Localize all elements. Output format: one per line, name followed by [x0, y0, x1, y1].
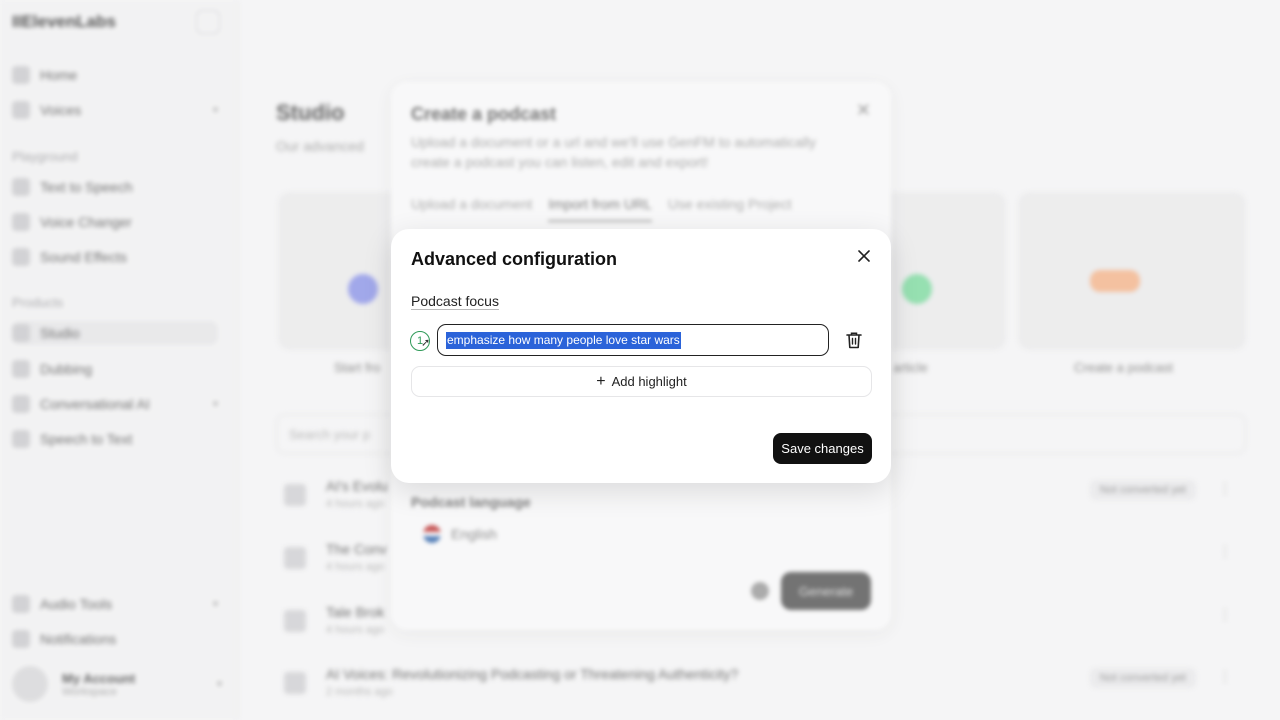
- advanced-configuration-dialog: Advanced configuration Podcast focus 1 ➚…: [391, 229, 891, 483]
- highlight-input[interactable]: emphasize how many people love star wars: [437, 324, 829, 356]
- dialog-title: Advanced configuration: [411, 249, 618, 269]
- plus-icon: +: [596, 372, 606, 390]
- add-highlight-label: Add highlight: [611, 374, 687, 389]
- add-highlight-button[interactable]: + Add highlight: [411, 366, 872, 397]
- mouse-cursor-icon: ➚: [421, 337, 431, 349]
- close-icon[interactable]: [855, 247, 873, 265]
- save-changes-button[interactable]: Save changes: [773, 433, 872, 464]
- podcast-focus-label: Podcast focus: [411, 293, 499, 309]
- trash-icon[interactable]: [846, 331, 862, 349]
- highlight-text: emphasize how many people love star wars: [446, 331, 681, 349]
